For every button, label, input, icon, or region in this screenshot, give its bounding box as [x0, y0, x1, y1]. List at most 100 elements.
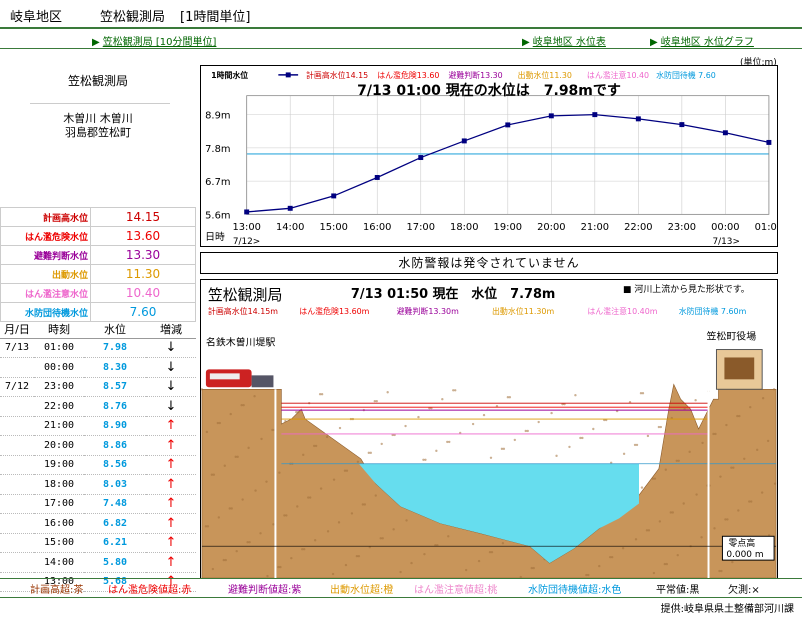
triangle-right-icon: ▶: [650, 37, 658, 48]
ground-texture: [658, 520, 662, 523]
ground-texture: [730, 466, 733, 469]
ground-texture: [743, 457, 746, 460]
ground-texture: [399, 570, 402, 574]
ground-texture: [307, 496, 310, 499]
ground-texture: [731, 560, 734, 564]
ground-texture: [621, 547, 625, 550]
legend-item: 平常値:黒: [656, 585, 700, 596]
ground-texture: [574, 394, 577, 397]
ground-texture: [217, 516, 221, 519]
ground-texture: [700, 536, 703, 539]
x-tick-label: 20:00: [537, 222, 565, 233]
ground-texture: [392, 528, 395, 531]
ground-texture: [313, 539, 317, 542]
threshold-row: 水防団待機水位 7.60: [0, 302, 196, 322]
arrow-up-icon: ↑: [146, 533, 196, 553]
ground-texture: [410, 561, 413, 565]
ground-texture: [337, 521, 341, 524]
ground-texture: [361, 503, 365, 506]
legend-series-label: 1時間水位: [211, 70, 248, 80]
chart-legend-item: はん濫危険13.60: [377, 70, 439, 80]
threshold-value: 14.15: [90, 207, 196, 227]
col-level: 水位: [84, 320, 146, 339]
data-point: [374, 175, 380, 180]
ground-texture: [312, 444, 316, 448]
obs-time: 00:00: [34, 357, 84, 378]
obs-date: [0, 435, 34, 456]
ground-texture: [283, 514, 286, 517]
ground-texture: [452, 389, 455, 392]
obs-time: 14:00: [34, 552, 84, 573]
table-row: 19:00 8.56 ↑: [0, 455, 196, 475]
flood-warning-banner: 水防警報は発令されていません: [200, 252, 778, 274]
ground-texture: [344, 563, 348, 567]
ground-texture: [537, 420, 540, 424]
chart-legend-item: 計画高水位14.15: [306, 70, 368, 80]
threshold-value: 13.30: [90, 245, 196, 265]
ground-texture: [211, 567, 215, 571]
threshold-value: 7.60: [90, 302, 196, 322]
ground-texture: [608, 555, 612, 559]
ground-texture: [234, 455, 237, 459]
ground-texture: [260, 437, 263, 441]
ground-texture: [386, 391, 389, 394]
nav-link-10min[interactable]: ▶ 笠松観測局 [10分間単位]: [92, 33, 216, 48]
footer-divider-bottom: [0, 597, 802, 598]
threshold-label: 避難判断水位: [0, 245, 91, 265]
ground-texture: [622, 452, 626, 456]
ground-texture: [404, 424, 407, 428]
x-tick-label: 21:00: [581, 222, 609, 233]
ground-texture: [748, 500, 751, 503]
nav-link-level-table[interactable]: ▶ 岐阜地区 水位表: [522, 33, 606, 48]
ground-texture: [682, 502, 685, 505]
y-tick-label: 5.6m: [205, 210, 230, 221]
obs-time: 17:00: [34, 494, 84, 514]
ground-texture: [663, 562, 667, 566]
ground-texture: [380, 442, 383, 446]
ground-texture: [688, 450, 691, 454]
arrow-up-icon: ↑: [146, 513, 196, 534]
ground-texture: [482, 413, 486, 417]
color-legend: 計画高超:茶 はん濫危険値超:赤 避難判断値超:紫 出動水位超:橙 はん濫注意値超:桃 水…: [0, 580, 802, 596]
obs-level: 6.82: [84, 513, 146, 534]
ground-texture: [550, 411, 553, 415]
ground-texture: [355, 554, 359, 558]
ground-texture: [756, 448, 759, 452]
ground-texture: [326, 530, 330, 533]
credit-text: 提供:岐阜県県土整備部河川課: [660, 604, 794, 615]
ground-texture: [488, 550, 492, 554]
data-point: [418, 155, 424, 161]
ground-texture: [657, 425, 661, 429]
x-tick-label: 00:00: [711, 222, 739, 233]
arrow-up-icon: ↑: [146, 552, 196, 573]
ground-texture: [446, 440, 449, 444]
obs-date: [0, 474, 34, 495]
ground-texture: [724, 518, 727, 521]
obs-time: 21:00: [34, 416, 84, 436]
data-point: [766, 139, 772, 145]
ground-texture: [405, 519, 408, 522]
nav-link-level-graph[interactable]: ▶ 岐阜地区 水位グラフ: [650, 33, 754, 48]
obs-date: [0, 552, 34, 573]
legend-item: はん濫注意値超:桃: [414, 585, 498, 596]
ground-texture: [228, 507, 231, 510]
ground-texture: [296, 505, 299, 508]
x-tick-label: 17:00: [407, 222, 435, 233]
ground-texture: [338, 426, 342, 430]
threshold-row: はん濫危険水位 13.60: [0, 226, 196, 246]
table-row: 20:00 8.86 ↑: [0, 435, 196, 456]
table-row: 22:00 8.76 ↓: [0, 396, 196, 417]
obs-level: 7.98: [84, 338, 146, 358]
ground-texture: [435, 449, 438, 453]
zero-label: 零点高: [728, 537, 755, 549]
obs-time: 19:00: [34, 455, 84, 475]
header-divider: [0, 27, 802, 29]
station-platform: [251, 375, 274, 388]
ground-texture: [506, 396, 510, 399]
ground-texture: [259, 532, 262, 535]
ground-texture: [760, 491, 764, 494]
obs-level: 8.90: [84, 416, 146, 436]
legend-item: 出動水位超:橙: [330, 585, 394, 596]
ground-texture: [736, 414, 739, 418]
ground-texture: [646, 434, 650, 438]
